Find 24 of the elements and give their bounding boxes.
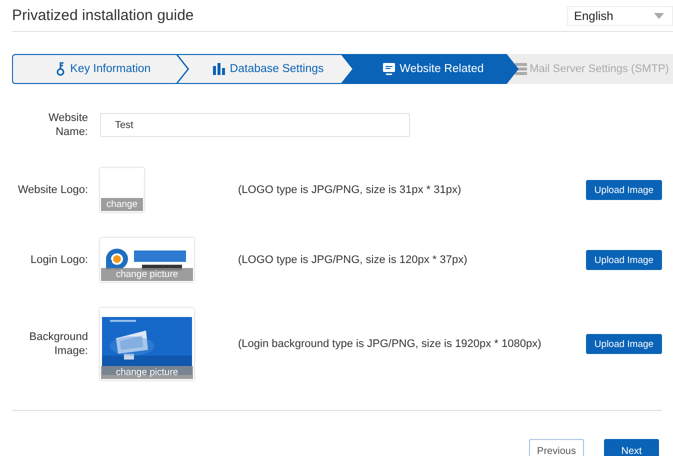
field-label: Background Image: <box>28 330 88 358</box>
step-tab[interactable]: Key Information <box>12 54 189 84</box>
monitor-icon <box>382 63 395 75</box>
step-tab[interactable]: Database Settings <box>176 54 354 84</box>
change-image-link[interactable]: change picture <box>101 366 193 379</box>
input-field[interactable]: Test <box>100 113 410 137</box>
previous-button[interactable]: Previous <box>529 439 584 456</box>
upload-button[interactable]: Upload Image <box>586 250 662 270</box>
caret-icon <box>654 13 664 19</box>
page-title: Privatized installation guide <box>12 7 194 24</box>
server-icon <box>514 63 527 75</box>
image-hint: (LOGO type is JPG/PNG, size is 31px * 31px) <box>238 184 462 196</box>
field-label: Website Logo: <box>16 183 88 197</box>
next-button[interactable]: Next <box>604 439 659 456</box>
bar-chart-icon <box>212 63 225 75</box>
step-tab[interactable]: Website Related <box>342 54 519 84</box>
language-select[interactable]: English <box>567 6 673 26</box>
upload-button[interactable]: Upload Image <box>586 334 662 354</box>
key-icon <box>56 62 66 76</box>
image-hint: (LOGO type is JPG/PNG, size is 120px * 37px) <box>238 254 468 266</box>
field-label: Login Logo: <box>30 253 88 267</box>
field-label: Website Name: <box>47 111 88 139</box>
upload-button[interactable]: Upload Image <box>586 180 662 200</box>
image-hint: (Login background type is JPG/PNG, size is 1920px * 1080px) <box>238 338 542 350</box>
